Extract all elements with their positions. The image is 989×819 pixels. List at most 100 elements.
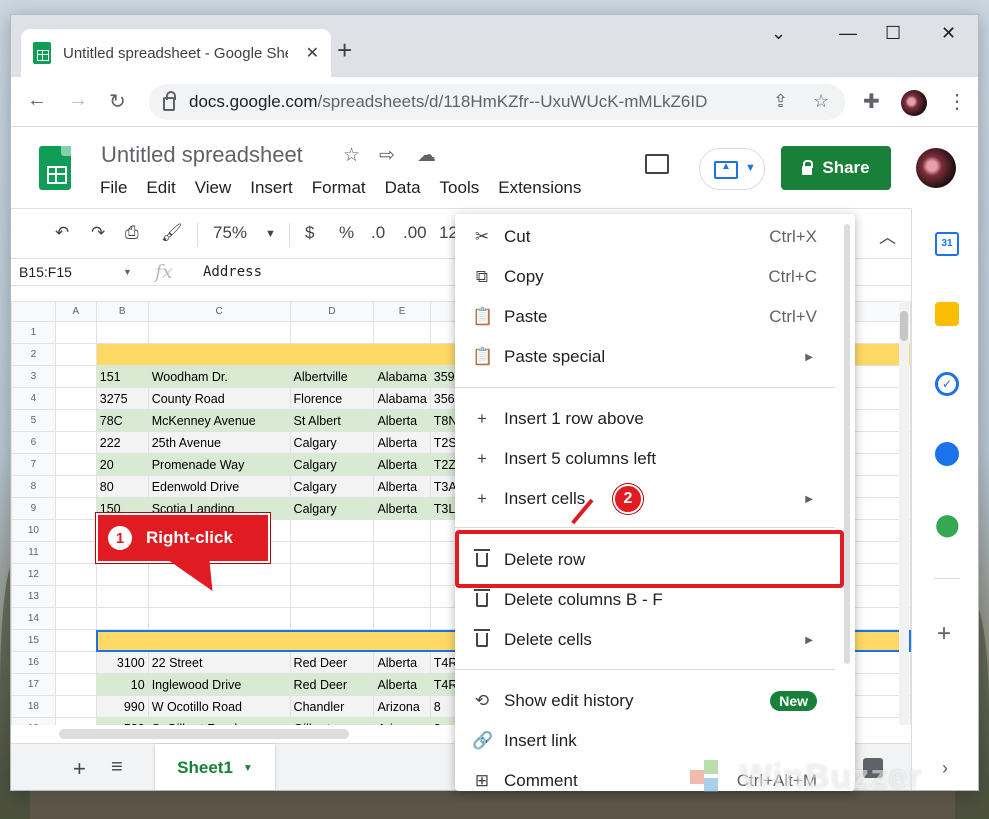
menu-format[interactable]: Format (312, 178, 366, 198)
menu-extensions[interactable]: Extensions (498, 178, 581, 198)
row-header[interactable]: 3 (11, 365, 56, 388)
address-bar[interactable]: docs.google.com /spreadsheets/d/118HmKZf… (149, 84, 845, 120)
forward-icon[interactable]: → (68, 89, 88, 112)
grid-cell[interactable]: Alberta (373, 475, 431, 498)
account-avatar[interactable] (916, 148, 956, 188)
profile-avatar[interactable] (901, 90, 927, 116)
grid-cell[interactable] (373, 585, 431, 608)
grid-cell[interactable]: 3275 (95, 387, 149, 410)
grid-cell[interactable]: Albertville (289, 365, 375, 388)
move-folder-icon[interactable]: ⇨ (379, 144, 395, 167)
grid-cell[interactable] (54, 695, 97, 718)
grid-cell[interactable]: Chandler (289, 695, 375, 718)
vertical-scrollbar[interactable] (899, 301, 909, 725)
grid-cell[interactable] (373, 563, 431, 586)
tab-search-chevron-icon[interactable]: ⌄ (771, 23, 786, 44)
row-header[interactable]: 7 (11, 453, 56, 476)
sheet-tab-sheet1[interactable]: Sheet1 ▼ (155, 744, 275, 790)
grid-cell[interactable] (54, 629, 97, 652)
grid-cell[interactable]: S. Gilbert Road (147, 717, 291, 725)
grid-cell[interactable]: 25th Avenue (147, 431, 291, 454)
lock-icon[interactable] (163, 91, 176, 111)
increase-decimal-button[interactable]: .00 (403, 223, 427, 243)
grid-cell[interactable]: McKenney Avenue (147, 409, 291, 432)
grid-cell[interactable] (54, 563, 97, 586)
menu-tools[interactable]: Tools (440, 178, 480, 198)
column-header-e[interactable]: E (373, 301, 431, 322)
all-sheets-icon[interactable]: ≡ (111, 756, 123, 779)
row-header[interactable]: 1 (11, 321, 56, 344)
grid-cell[interactable]: W Ocotillo Road (147, 695, 291, 718)
grid-cell[interactable]: Alberta (373, 673, 431, 696)
row-header[interactable]: 8 (11, 475, 56, 498)
grid-cell[interactable]: 78C (95, 409, 149, 432)
grid-cell[interactable] (289, 541, 375, 564)
column-header-b[interactable]: B (95, 301, 149, 322)
row-header[interactable]: 18 (11, 695, 56, 718)
menu-insert[interactable]: Insert (250, 178, 293, 198)
percent-format-button[interactable]: % (339, 223, 354, 243)
chevron-down-icon[interactable]: ▼ (265, 228, 276, 240)
grid-cell[interactable] (289, 321, 375, 344)
row-header[interactable]: 12 (11, 563, 56, 586)
grid-cell[interactable] (373, 321, 431, 344)
grid-cell[interactable]: Florence (289, 387, 375, 410)
cloud-saved-icon[interactable]: ☁ (417, 144, 436, 167)
grid-cell[interactable]: Inglewood Drive (147, 673, 291, 696)
collapse-toolbar-icon[interactable]: ︿ (879, 223, 896, 248)
grid-cell[interactable] (95, 563, 149, 586)
grid-cell[interactable] (373, 519, 431, 542)
grid-cell[interactable]: 3100 (95, 651, 149, 674)
grid-cell[interactable] (54, 717, 97, 725)
back-icon[interactable]: ← (27, 89, 47, 112)
grid-cell[interactable] (373, 607, 431, 630)
minimize-icon[interactable]: — (839, 23, 857, 44)
grid-cell[interactable]: Gilbert (289, 717, 375, 725)
tasks-icon[interactable]: ✓ (935, 372, 959, 396)
present-button[interactable]: ▼ (699, 148, 765, 190)
name-box[interactable]: B15:F15 (19, 264, 72, 280)
grid-cell[interactable] (54, 321, 97, 344)
print-icon[interactable]: ⎙ (125, 223, 139, 243)
scroll-thumb[interactable] (900, 311, 908, 341)
new-tab-icon[interactable]: + (337, 35, 352, 66)
row-header[interactable]: 19 (11, 717, 56, 725)
row-header[interactable]: 16 (11, 651, 56, 674)
grid-cell[interactable] (54, 475, 97, 498)
grid-cell[interactable] (147, 321, 291, 344)
menu-data[interactable]: Data (385, 178, 421, 198)
star-icon[interactable]: ☆ (343, 144, 360, 167)
menu-item-show-edit-history[interactable]: ⟲ Show edit history New (455, 681, 843, 721)
grid-cell[interactable]: Woodham Dr. (147, 365, 291, 388)
menu-scrollbar[interactable] (844, 224, 850, 664)
share-button[interactable]: Share (781, 146, 891, 190)
chevron-down-icon[interactable]: ▼ (123, 267, 132, 277)
menu-file[interactable]: File (100, 178, 127, 198)
grid-cell[interactable]: Calgary (289, 497, 375, 520)
menu-item-paste-special[interactable]: 📋 Paste special ▶ (455, 337, 843, 377)
grid-cell[interactable] (147, 607, 291, 630)
maps-icon[interactable]: ⬤ (935, 512, 960, 537)
grid-cell[interactable] (54, 541, 97, 564)
grid-cell[interactable] (289, 585, 375, 608)
horizontal-scrollbar[interactable] (59, 729, 349, 739)
row-header[interactable]: 10 (11, 519, 56, 542)
formula-input[interactable]: Address (203, 264, 262, 280)
currency-format-button[interactable]: $ (305, 223, 314, 243)
column-header-c[interactable]: C (147, 301, 291, 322)
grid-cell[interactable]: Alberta (373, 409, 431, 432)
grid-cell[interactable] (54, 585, 97, 608)
redo-icon[interactable]: ↷ (91, 223, 105, 243)
grid-cell[interactable] (54, 651, 97, 674)
menu-item-insert-link[interactable]: 🔗 Insert link (455, 721, 843, 761)
browser-menu-icon[interactable]: ⋮ (947, 89, 967, 114)
document-title[interactable]: Untitled spreadsheet (101, 142, 303, 168)
grid-cell[interactable]: 990 (95, 695, 149, 718)
grid-cell[interactable] (54, 365, 97, 388)
grid-cell[interactable] (95, 585, 149, 608)
decrease-decimal-button[interactable]: .0 (371, 223, 385, 243)
calendar-icon[interactable]: 31 (935, 232, 959, 256)
grid-cell[interactable] (54, 431, 97, 454)
menu-item-cut[interactable]: ✂ Cut Ctrl+X (455, 217, 843, 257)
menu-item-insert-columns-left[interactable]: + Insert 5 columns left (455, 439, 843, 479)
